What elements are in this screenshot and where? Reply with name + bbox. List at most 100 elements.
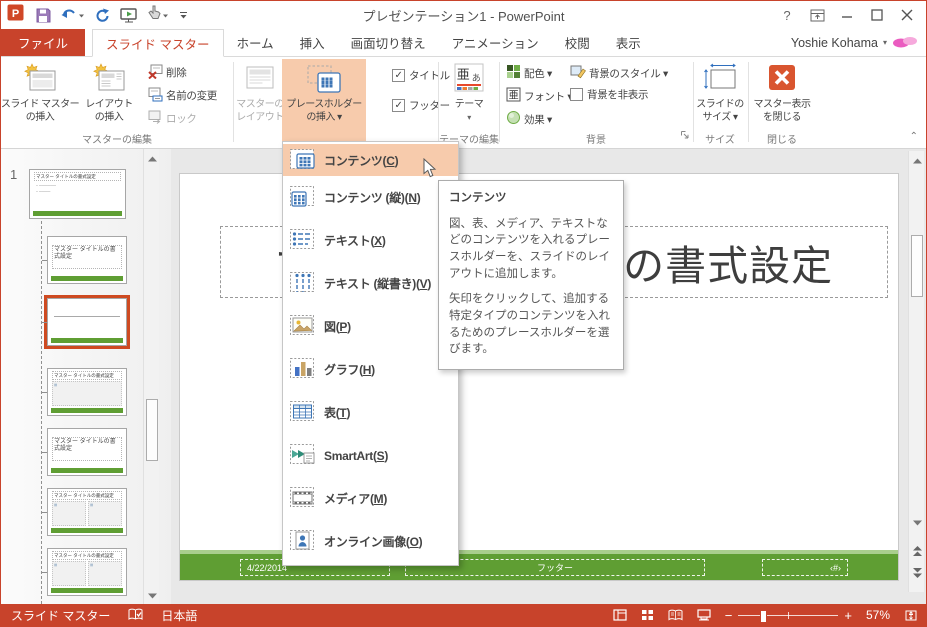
ribbon-display-options-icon[interactable] (804, 5, 830, 25)
zoom-out-icon[interactable]: − (725, 608, 733, 623)
svg-text:あ: あ (472, 73, 481, 83)
tab-2[interactable]: 挿入 (287, 29, 338, 56)
minimize-icon[interactable] (834, 5, 860, 25)
thumbnail-two-6[interactable]: マスター タイトルの書式設定 ▦ ▦ (47, 548, 127, 596)
group-master-layout: マスターの レイアウト プレースホルダー の挿入 ▾ ✓ タイトル ✓ フッター (234, 57, 450, 147)
tab-3[interactable]: 画面切り替え (338, 29, 439, 56)
delete-button[interactable]: 削除 (147, 62, 187, 82)
zoom-slider-handle[interactable] (760, 609, 768, 623)
insert-layout-button[interactable]: レイアウト の挿入 (77, 59, 141, 133)
zoom-slider[interactable]: − + (725, 608, 852, 623)
fonts-button[interactable]: 亜 フォント ▾ (506, 86, 573, 106)
insert-placeholder-menu: コンテンツ(C) コンテンツ (縦)(N) テキスト(X) テキスト (縦書き)(V)… (282, 141, 459, 566)
ribbon-tab-row: ファイル スライド マスター ホーム 挿入 画面切り替え アニメーション 校閲 表示 Yos… (1, 29, 926, 57)
text-icon (289, 227, 316, 254)
thumbnail-title-1[interactable]: マスター タイトルの書 式設定 (47, 236, 127, 284)
theme-colors-icon (506, 64, 521, 82)
status-bar: スライド マスター 日本語 − + 57% (1, 604, 926, 626)
hide-background-checkbox[interactable]: 背景を非表示 (570, 87, 649, 102)
svg-text:P: P (12, 8, 19, 20)
fit-to-window-icon[interactable] (904, 609, 918, 622)
account-menu[interactable]: Yoshie Kohama ▾ (791, 29, 926, 56)
menu-item-3[interactable]: テキスト (縦書き)(V) (283, 262, 458, 305)
language-label[interactable]: 日本語 (161, 607, 197, 624)
next-slide-icon[interactable] (910, 565, 924, 581)
tab-file[interactable]: ファイル (1, 29, 86, 56)
insert-layout-icon (91, 61, 127, 97)
close-master-view-button[interactable]: マスター表示 を閉じる (750, 59, 814, 133)
customize-qat-icon[interactable] (179, 10, 188, 21)
menu-item-label: 図(P) (324, 320, 351, 334)
editor-scrollbar[interactable] (908, 151, 924, 592)
touch-mode-icon[interactable] (148, 5, 169, 25)
content-vertical-icon (289, 184, 316, 211)
slide-sorter-icon[interactable] (641, 609, 654, 621)
chevron-down-icon: ▾ (882, 38, 887, 47)
menu-item-8[interactable]: メディア(M) (283, 477, 458, 520)
thumbnail-content-3[interactable]: マスター タイトルの書式設定 ▦ (47, 368, 127, 416)
close-master-view-icon (766, 61, 798, 97)
insert-slide-master-button[interactable]: スライド マスター の挿入 (1, 59, 80, 133)
menu-item-9[interactable]: オンライン画像(O) (283, 520, 458, 563)
tooltip-paragraph: 矢印をクリックして、追加する特定タイプのコンテンツを入れるためのプレースホルダー… (449, 293, 610, 356)
maximize-icon[interactable] (864, 5, 890, 25)
rename-button[interactable]: 名前の変更 (147, 85, 217, 105)
reading-view-icon[interactable] (668, 609, 683, 621)
zoom-percentage[interactable]: 57% (866, 608, 890, 622)
undo-icon[interactable] (61, 6, 85, 24)
tab-1[interactable]: ホーム (224, 29, 287, 56)
tab-5[interactable]: 校閲 (552, 29, 603, 56)
tab-6[interactable]: 表示 (603, 29, 654, 56)
thumbnail-title-4[interactable]: マスター タイトルの書 式設定 (47, 428, 127, 476)
powerpoint-window: P プレゼンテーション1 - PowerPoint ? ファイル スライド マス… (0, 0, 927, 627)
colors-button[interactable]: 配色 ▾ (506, 63, 552, 83)
themes-button[interactable]: 亜あ テーマ ▾ (444, 59, 494, 133)
dialog-launcher-icon[interactable] (680, 127, 690, 145)
menu-item-label: SmartArt(S) (324, 448, 389, 463)
thumbnail-blank-2[interactable] (44, 295, 130, 349)
menu-item-6[interactable]: 表(T) (283, 391, 458, 434)
effects-button[interactable]: 効果 ▾ (506, 109, 552, 129)
smartart-icon (289, 442, 316, 469)
scroll-down-icon[interactable] (145, 588, 159, 604)
preserve-icon (147, 109, 163, 128)
svg-text:亜: 亜 (457, 67, 470, 82)
tab-4[interactable]: アニメーション (439, 29, 552, 56)
menu-item-2[interactable]: テキスト(X) (283, 219, 458, 262)
save-icon[interactable] (36, 8, 51, 23)
master-layout-icon (243, 61, 277, 97)
help-icon[interactable]: ? (774, 5, 800, 25)
insert-placeholder-button[interactable]: プレースホルダー の挿入 ▾ (282, 59, 366, 145)
scroll-up-icon[interactable] (910, 153, 924, 169)
start-slideshow-icon[interactable] (120, 7, 138, 23)
menu-item-4[interactable]: 図(P) (283, 305, 458, 348)
checkbox-checked-icon: ✓ (392, 99, 405, 112)
scroll-up-icon[interactable] (145, 151, 159, 167)
slidenumber-placeholder[interactable]: ‹#› (762, 559, 848, 576)
account-name: Yoshie Kohama (790, 35, 878, 50)
slide-number-label: 1 (10, 167, 18, 182)
theme-fonts-icon: 亜 (506, 87, 521, 105)
slideshow-icon[interactable] (697, 609, 711, 621)
normal-view-icon[interactable] (613, 609, 627, 621)
collapse-ribbon-icon[interactable]: ⌃ (910, 131, 918, 142)
previous-slide-icon[interactable] (910, 543, 924, 559)
thumbnail-master-0[interactable]: マスター タイトルの書式設定 ・────── ・──── (29, 169, 126, 219)
tab-0[interactable]: スライド マスター (92, 29, 224, 57)
thumbnail-two-5[interactable]: マスター タイトルの書式設定 ▦ ▦ (47, 488, 127, 536)
menu-item-label: 表(T) (324, 406, 351, 420)
zoom-in-icon[interactable]: + (844, 608, 852, 623)
menu-item-7[interactable]: SmartArt(S) (283, 434, 458, 477)
thumbnail-scrollbar[interactable] (143, 149, 159, 606)
menu-item-5[interactable]: グラフ(H) (283, 348, 458, 391)
background-styles-button[interactable]: 背景のスタイル ▾ (570, 63, 668, 83)
quick-access-toolbar: P (1, 3, 188, 27)
proofing-icon[interactable] (128, 608, 143, 622)
redo-icon[interactable] (95, 8, 110, 22)
insert-slide-master-icon (22, 61, 58, 97)
scroll-down-icon[interactable] (910, 515, 924, 531)
slide-size-button[interactable]: スライドの サイズ ▾ (696, 59, 744, 133)
close-icon[interactable] (894, 5, 920, 25)
online-image-icon (289, 528, 316, 555)
view-status-label[interactable]: スライド マスター (11, 607, 110, 624)
